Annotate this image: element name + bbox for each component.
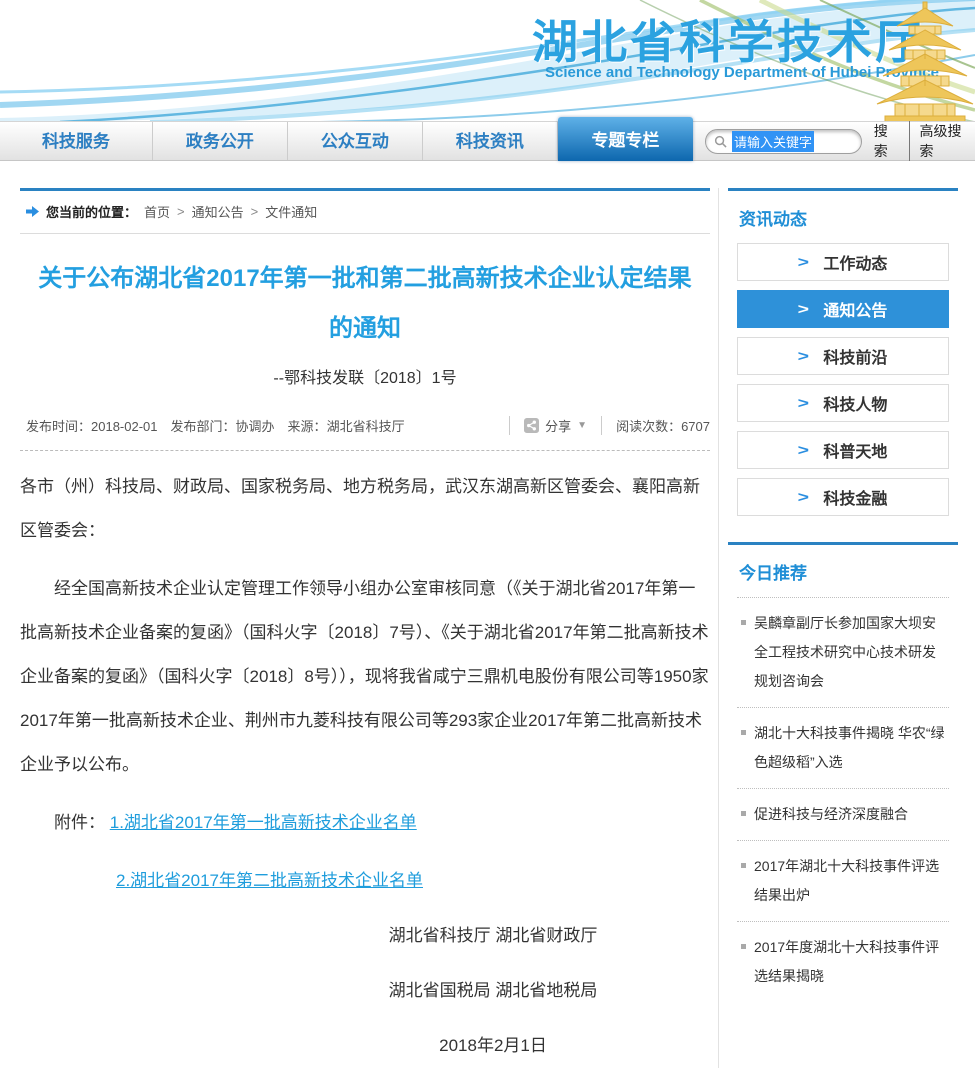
breadcrumb: 您当前的位置： 首页 > 通知公告 > 文件通知 xyxy=(20,188,710,234)
attachment-link-1[interactable]: 1.湖北省2017年第一批高新技术企业名单 xyxy=(110,813,417,832)
breadcrumb-separator: > xyxy=(251,204,259,219)
bullet-icon xyxy=(741,863,746,868)
share-icon xyxy=(524,418,539,433)
menu-item-label: 科技人物 xyxy=(823,391,887,415)
publish-dept: 发布部门：协调办 xyxy=(171,416,275,435)
recommend-panel: 今日推荐 吴麟章副厅长参加国家大坝安全工程技术研究中心技术研发规划咨询会 湖北十… xyxy=(728,542,958,1006)
site-title: 湖北省科学技术厅 xyxy=(532,6,892,72)
chevron-right-icon: > xyxy=(797,254,808,271)
paragraph-salutation: 各市（州）科技局、财政局、国家税务局、地方税务局，武汉东湖高新区管委会、襄阳高新… xyxy=(20,465,710,553)
meta-left: 发布时间：2018-02-01 发布部门：协调办 来源：湖北省科技厅 xyxy=(26,416,405,435)
share-button[interactable]: 分享 ▼ xyxy=(509,416,601,435)
recommend-item-label: 2017年度湖北十大科技事件评选结果揭晓 xyxy=(754,939,939,984)
signature-line: 湖北省国税局 湖北省地税局 xyxy=(276,969,710,1013)
share-label: 分享 xyxy=(545,416,571,435)
sidebar-item-tech-frontier[interactable]: > 科技前沿 xyxy=(737,337,949,375)
menu-item-label: 科技前沿 xyxy=(823,344,887,368)
search-input-value: 请输入关键字 xyxy=(732,131,814,152)
news-panel: 资讯动态 > 工作动态 > 通知公告 > 科技前沿 > 科技人物 > 科普天地 xyxy=(728,188,958,529)
menu-item-label: 通知公告 xyxy=(823,297,887,321)
sidebar-item-science-popularization[interactable]: > 科普天地 xyxy=(737,431,949,469)
site-header: 湖北省科学技术厅 Science and Technology Departme… xyxy=(0,0,975,122)
nav-item-gov-affairs[interactable]: 政务公开 xyxy=(153,122,288,160)
menu-item-label: 科普天地 xyxy=(823,438,887,462)
article-body: 各市（州）科技局、财政局、国家税务局、地方税务局，武汉东湖高新区管委会、襄阳高新… xyxy=(20,465,710,1068)
article-source: 来源：湖北省科技厅 xyxy=(288,416,405,435)
breadcrumb-arrow-icon xyxy=(26,206,39,217)
sidebar-item-tech-finance[interactable]: > 科技金融 xyxy=(737,478,949,516)
search-input[interactable]: 请输入关键字 xyxy=(705,129,862,154)
nav-item-special-columns[interactable]: 专题专栏 xyxy=(558,117,693,161)
signature-block: 湖北省科技厅 湖北省财政厅 湖北省国税局 湖北省地税局 2018年2月1日 xyxy=(20,914,710,1068)
meta-right: 分享 ▼ 阅读次数：6707 xyxy=(509,416,710,435)
bullet-icon xyxy=(741,944,746,949)
sidebar-item-work-news[interactable]: > 工作动态 xyxy=(737,243,949,281)
menu-item-label: 科技金融 xyxy=(823,485,887,509)
recommend-item-label: 吴麟章副厅长参加国家大坝安全工程技术研究中心技术研发规划咨询会 xyxy=(754,615,936,689)
chevron-right-icon: > xyxy=(797,395,808,412)
chevron-right-icon: > xyxy=(797,442,808,459)
search-icon xyxy=(714,135,727,148)
signature-line: 湖北省科技厅 湖北省财政厅 xyxy=(276,914,710,958)
recommend-item[interactable]: 湖北十大科技事件揭晓 华农“绿色超级稻”入选 xyxy=(737,708,949,789)
share-dropdown-icon[interactable]: ▼ xyxy=(577,420,587,431)
attachments-line: 附件： 1.湖北省2017年第一批高新技术企业名单 xyxy=(20,801,710,845)
article-title: 关于公布湖北省2017年第一批和第二批高新技术企业认定结果的通知 xyxy=(34,254,696,354)
document-number: --鄂科技发联〔2018〕1号 xyxy=(20,364,710,388)
sidebar-item-notices[interactable]: > 通知公告 xyxy=(737,290,949,328)
signature-date: 2018年2月1日 xyxy=(276,1024,710,1068)
recommend-item-label: 2017年湖北十大科技事件评选结果出炉 xyxy=(754,858,939,903)
breadcrumb-file-notice-link[interactable]: 文件通知 xyxy=(265,202,317,221)
main-navbar: 科技服务 政务公开 公众互动 科技资讯 专题专栏 请输入关键字 搜索 高级搜索 xyxy=(0,122,975,161)
recommend-item-label: 促进科技与经济深度融合 xyxy=(754,806,908,822)
recommend-item[interactable]: 2017年湖北十大科技事件评选结果出炉 xyxy=(737,841,949,922)
search-area: 请输入关键字 搜索 高级搜索 xyxy=(705,122,975,160)
bullet-icon xyxy=(741,620,746,625)
paragraph-main: 经全国高新技术企业认定管理工作领导小组办公室审核同意（《关于湖北省2017年第一… xyxy=(20,567,710,787)
publish-time: 发布时间：2018-02-01 xyxy=(26,416,158,435)
bullet-icon xyxy=(741,730,746,735)
article-meta-row: 发布时间：2018-02-01 发布部门：协调办 来源：湖北省科技厅 分享 ▼ … xyxy=(20,408,710,451)
sidebar-item-tech-figures[interactable]: > 科技人物 xyxy=(737,384,949,422)
nav-item-public-interaction[interactable]: 公众互动 xyxy=(288,122,423,160)
nav-item-science-service[interactable]: 科技服务 xyxy=(0,122,153,160)
sidebar: 资讯动态 > 工作动态 > 通知公告 > 科技前沿 > 科技人物 > 科普天地 xyxy=(728,188,958,1006)
article-column: 您当前的位置： 首页 > 通知公告 > 文件通知 关于公布湖北省2017年第一批… xyxy=(20,188,710,1068)
breadcrumb-home-link[interactable]: 首页 xyxy=(144,202,170,221)
recommend-panel-title: 今日推荐 xyxy=(739,559,949,584)
menu-item-label: 工作动态 xyxy=(823,250,887,274)
bullet-icon xyxy=(741,811,746,816)
chevron-right-icon: > xyxy=(797,489,808,506)
recommend-item[interactable]: 2017年度湖北十大科技事件评选结果揭晓 xyxy=(737,922,949,1002)
recommend-title-wrap: 今日推荐 xyxy=(737,559,949,598)
yellow-crane-tower-icon xyxy=(875,0,975,122)
breadcrumb-label: 您当前的位置： xyxy=(46,202,137,221)
attachments-label: 附件： xyxy=(54,813,105,832)
attachment-link-2[interactable]: 2.湖北省2017年第二批高新技术企业名单 xyxy=(116,871,423,890)
recommend-item[interactable]: 促进科技与经济深度融合 xyxy=(737,789,949,841)
recommend-item-label: 湖北十大科技事件揭晓 华农“绿色超级稻”入选 xyxy=(754,725,945,770)
chevron-right-icon: > xyxy=(797,301,808,318)
column-divider xyxy=(718,188,719,1068)
news-panel-title: 资讯动态 xyxy=(739,205,949,230)
advanced-search-button[interactable]: 高级搜索 xyxy=(909,121,975,161)
breadcrumb-notices-link[interactable]: 通知公告 xyxy=(192,202,244,221)
chevron-right-icon: > xyxy=(797,348,808,365)
search-button[interactable]: 搜索 xyxy=(874,121,902,161)
recommend-item[interactable]: 吴麟章副厅长参加国家大坝安全工程技术研究中心技术研发规划咨询会 xyxy=(737,598,949,708)
breadcrumb-separator: > xyxy=(177,204,185,219)
attachments-line-2: 2.湖北省2017年第二批高新技术企业名单 xyxy=(116,859,710,903)
content-area: 您当前的位置： 首页 > 通知公告 > 文件通知 关于公布湖北省2017年第一批… xyxy=(0,161,975,1068)
read-count: 阅读次数：6707 xyxy=(601,416,710,435)
nav-item-science-news[interactable]: 科技资讯 xyxy=(423,122,558,160)
